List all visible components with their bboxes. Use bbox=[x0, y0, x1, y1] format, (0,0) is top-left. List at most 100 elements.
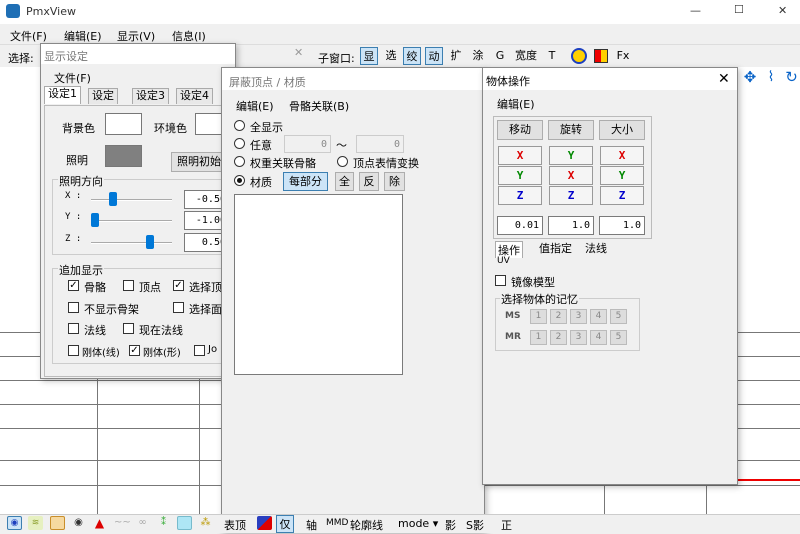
rotate-x-button[interactable]: X bbox=[549, 166, 593, 185]
chk-current-normals[interactable] bbox=[123, 323, 134, 334]
mmd-button[interactable]: MMD bbox=[326, 518, 348, 528]
light-reset-button[interactable]: 照明初始 bbox=[171, 152, 227, 172]
chk-joint[interactable] bbox=[194, 345, 205, 356]
toolbar-t-button[interactable]: T bbox=[543, 47, 561, 65]
axis-button[interactable]: 轴 bbox=[306, 517, 317, 533]
shadow-button[interactable]: 影 bbox=[445, 517, 456, 533]
toolbar-fx-button[interactable]: Fx bbox=[614, 47, 632, 65]
outline-button[interactable]: 轮廓线 bbox=[350, 517, 383, 533]
wave-icon[interactable]: ~~ bbox=[114, 516, 131, 530]
scale-button[interactable]: 大小 bbox=[599, 120, 645, 140]
tab-value[interactable]: 值指定 bbox=[539, 240, 572, 256]
move-button[interactable]: 移动 bbox=[497, 120, 543, 140]
wireframe-icon[interactable]: ≋ bbox=[28, 516, 43, 530]
light-color-swatch[interactable] bbox=[105, 145, 142, 167]
mr-slot-5[interactable]: 5 bbox=[610, 330, 627, 345]
axis-z-thumb[interactable] bbox=[146, 235, 154, 249]
mode-select[interactable]: mode ▾ bbox=[398, 517, 438, 530]
green-bones-icon[interactable]: ⁑ bbox=[156, 516, 171, 530]
bone-tool-icon[interactable]: ⌇ bbox=[762, 69, 780, 86]
bg-color-swatch[interactable] bbox=[105, 113, 142, 135]
toolbar-show-button[interactable]: 显 bbox=[360, 47, 378, 65]
toolbar-g-button[interactable]: G bbox=[491, 47, 509, 65]
toolbar-twist-button[interactable]: 绞 bbox=[403, 47, 421, 65]
close-button[interactable]: ✕ bbox=[778, 4, 787, 17]
radio-vertex-morph[interactable] bbox=[337, 156, 348, 167]
any-from-field[interactable]: 0 bbox=[284, 135, 331, 153]
any-to-field[interactable]: 0 bbox=[356, 135, 404, 153]
chk-vertices[interactable] bbox=[123, 280, 134, 291]
move-arrows-icon[interactable]: ✥ bbox=[741, 69, 759, 86]
mask-menu-bone[interactable]: 骨骼关联(B) bbox=[289, 98, 349, 114]
chk-hide-skeleton[interactable] bbox=[68, 302, 79, 313]
rotate-icon[interactable]: ↻ bbox=[783, 69, 800, 86]
menu-edit[interactable]: 编辑(E) bbox=[64, 28, 102, 44]
toolbar-paint-button[interactable]: 涂 bbox=[469, 47, 487, 65]
tab-settings4[interactable]: 设定4 bbox=[176, 88, 213, 104]
scale-z-button[interactable]: Z bbox=[600, 186, 644, 205]
ms-slot-2[interactable]: 2 bbox=[550, 309, 567, 324]
rotate-z-button[interactable]: Z bbox=[549, 186, 593, 205]
radio-show-all[interactable] bbox=[234, 120, 245, 131]
scale-step-field[interactable]: 1.0 bbox=[599, 216, 645, 235]
move-x-button[interactable]: X bbox=[498, 146, 542, 165]
mr-slot-3[interactable]: 3 bbox=[570, 330, 587, 345]
tab-uv[interactable]: UV bbox=[497, 256, 510, 266]
axis-y-slider[interactable] bbox=[91, 220, 172, 222]
toolbar-select-button[interactable]: 选 bbox=[382, 47, 400, 65]
scale-y-button[interactable]: Y bbox=[600, 166, 644, 185]
target-icon[interactable] bbox=[571, 48, 587, 64]
object-ops-menu-edit[interactable]: 编辑(E) bbox=[497, 96, 535, 112]
mr-slot-2[interactable]: 2 bbox=[550, 330, 567, 345]
chk-normals[interactable] bbox=[68, 323, 79, 334]
s-shadow-button[interactable]: S影 bbox=[466, 517, 484, 533]
triangle-icon[interactable]: ▲ bbox=[92, 516, 107, 530]
view-mode-icon[interactable]: ◉ bbox=[7, 516, 22, 530]
material-list[interactable] bbox=[234, 194, 403, 375]
scale-x-button[interactable]: X bbox=[600, 146, 644, 165]
display-settings-close[interactable]: ✕ bbox=[294, 46, 303, 59]
menu-file[interactable]: 文件(F) bbox=[10, 28, 47, 44]
tab-settings2[interactable]: 设定 bbox=[88, 88, 118, 104]
bone-view-icon[interactable] bbox=[50, 516, 65, 530]
minimize-button[interactable]: — bbox=[690, 4, 701, 17]
each-part-button[interactable]: 每部分 bbox=[283, 172, 328, 191]
point-view-icon[interactable]: ◉ bbox=[71, 516, 86, 530]
display-settings-menu-file[interactable]: 文件(F) bbox=[54, 70, 91, 86]
chk-rigid-shape[interactable]: ✓ bbox=[129, 345, 140, 356]
axis-z-slider[interactable] bbox=[91, 242, 172, 244]
rotate-button[interactable]: 旋转 bbox=[548, 120, 594, 140]
only-button[interactable]: 仅 bbox=[276, 515, 294, 533]
object-ops-close[interactable]: ✕ bbox=[718, 71, 730, 87]
radio-material[interactable] bbox=[234, 175, 245, 186]
ms-slot-4[interactable]: 4 bbox=[590, 309, 607, 324]
axis-x-thumb[interactable] bbox=[109, 192, 117, 206]
invert-button[interactable]: 反 bbox=[359, 172, 379, 191]
mr-slot-4[interactable]: 4 bbox=[590, 330, 607, 345]
color-square-icon[interactable] bbox=[257, 516, 272, 530]
cyan-panel-icon[interactable] bbox=[177, 516, 192, 530]
axis-x-slider[interactable] bbox=[91, 199, 172, 201]
radio-weight-bone[interactable] bbox=[234, 156, 245, 167]
menu-view[interactable]: 显示(V) bbox=[117, 28, 155, 44]
ms-slot-5[interactable]: 5 bbox=[610, 309, 627, 324]
surface-label[interactable]: 表顶 bbox=[224, 517, 246, 533]
ms-slot-3[interactable]: 3 bbox=[570, 309, 587, 324]
menu-info[interactable]: 信息(I) bbox=[172, 28, 206, 44]
all-button[interactable]: 全 bbox=[335, 172, 354, 191]
toolbar-move-button[interactable]: 动 bbox=[425, 47, 443, 65]
tab-settings1[interactable]: 设定1 bbox=[44, 86, 81, 104]
remove-button[interactable]: 除 bbox=[384, 172, 405, 191]
axis-y-thumb[interactable] bbox=[91, 213, 99, 227]
chk-select-face[interactable] bbox=[173, 302, 184, 313]
chk-mirror[interactable] bbox=[495, 275, 506, 286]
move-z-button[interactable]: Z bbox=[498, 186, 542, 205]
mr-slot-1[interactable]: 1 bbox=[530, 330, 547, 345]
move-y-button[interactable]: Y bbox=[498, 166, 542, 185]
tab-settings3[interactable]: 设定3 bbox=[132, 88, 169, 104]
rotate-y-button[interactable]: Y bbox=[549, 146, 593, 165]
toolbar-expand-button[interactable]: 扩 bbox=[447, 47, 465, 65]
toolbar-width-button[interactable]: 宽度 bbox=[512, 47, 540, 65]
chk-rigid-line[interactable] bbox=[68, 345, 79, 356]
yellow-bone-icon[interactable]: ⁂ bbox=[198, 516, 213, 530]
